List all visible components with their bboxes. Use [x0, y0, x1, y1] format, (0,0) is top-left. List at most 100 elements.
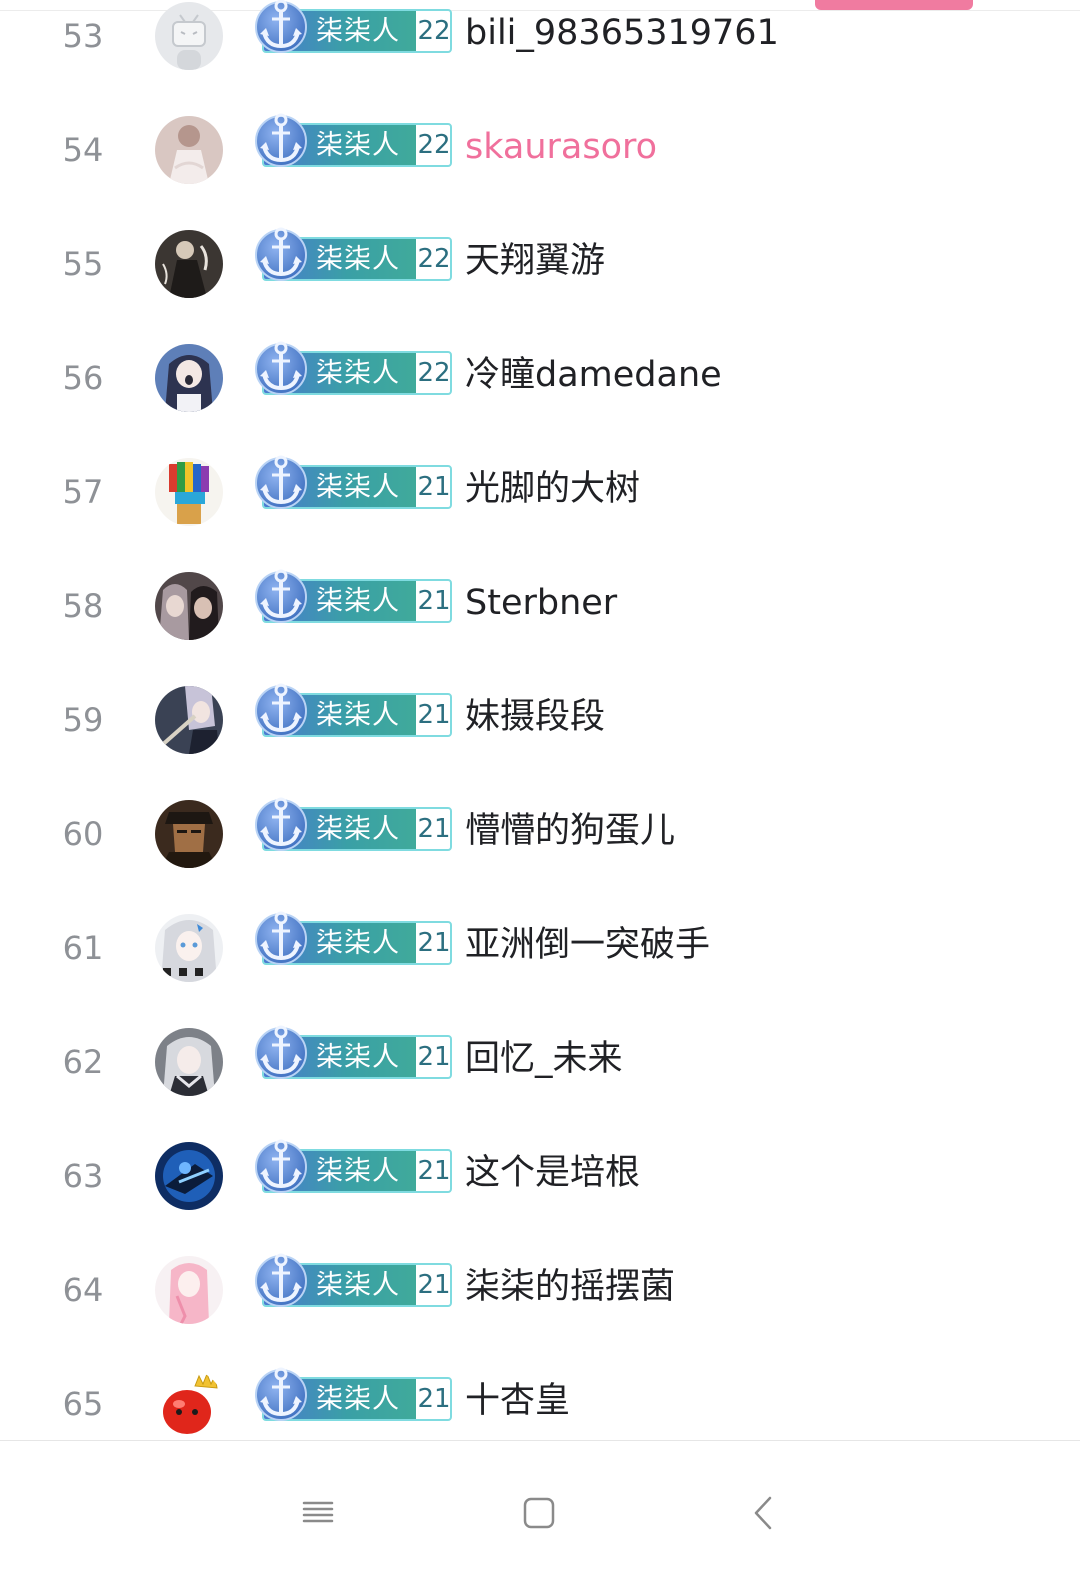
avatar[interactable]: [155, 1256, 223, 1324]
fan-medal-badge[interactable]: 柒柒人 21: [252, 790, 454, 854]
fan-medal-name: 柒柒人: [316, 16, 400, 47]
username[interactable]: 柒柒的摇摆菌: [465, 1264, 675, 1310]
list-item[interactable]: 65 柒柒人 21 十杏皇: [0, 1350, 1080, 1440]
list-item[interactable]: 62 柒柒人 21 回忆_未来: [0, 1008, 1080, 1122]
fan-medal-name: 柒柒人: [316, 1156, 400, 1187]
list-item[interactable]: 59 柒柒人 21 妹摄段段: [0, 666, 1080, 780]
rank-number: 56: [62, 359, 104, 397]
fan-medal-badge[interactable]: 柒柒人 21: [252, 1246, 454, 1310]
fan-medal-level: 21: [417, 1384, 451, 1414]
avatar[interactable]: [155, 572, 223, 640]
username[interactable]: 冷瞳damedane: [465, 352, 722, 398]
avatar[interactable]: [155, 230, 223, 298]
anchor-icon: [252, 0, 310, 56]
list-item[interactable]: 54 柒柒人 22 skaurasoro: [0, 96, 1080, 210]
anchor-icon: [252, 106, 310, 170]
list-item[interactable]: 60 柒柒人 21 懵懵的狗蛋儿: [0, 780, 1080, 894]
fan-medal-name: 柒柒人: [316, 928, 400, 959]
username[interactable]: 懵懵的狗蛋儿: [465, 808, 675, 854]
anchor-icon: [252, 676, 310, 740]
anchor-icon: [252, 334, 310, 398]
fan-medal-badge[interactable]: 柒柒人 21: [252, 562, 454, 626]
rank-number: 63: [62, 1157, 104, 1195]
rank-number: 65: [62, 1385, 104, 1423]
fan-rank-list[interactable]: 53 柒柒人 22 bili_98365319761 54 柒柒人 22 skaurasoro…: [0, 0, 1080, 1440]
fan-medal-name: 柒柒人: [316, 244, 400, 275]
fan-medal-name: 柒柒人: [316, 472, 400, 503]
fan-medal-badge[interactable]: 柒柒人 21: [252, 1132, 454, 1196]
avatar[interactable]: [155, 1142, 223, 1210]
fan-medal-badge[interactable]: 柒柒人 21: [252, 448, 454, 512]
username[interactable]: 十杏皇: [465, 1378, 570, 1424]
rank-number: 57: [62, 473, 104, 511]
avatar[interactable]: [155, 2, 223, 70]
username[interactable]: skaurasoro: [465, 124, 657, 170]
username[interactable]: bili_98365319761: [465, 10, 779, 56]
username[interactable]: 这个是培根: [465, 1150, 640, 1196]
fan-medal-level: 21: [417, 700, 451, 730]
anchor-icon: [252, 1360, 310, 1424]
back-chevron-icon[interactable]: [733, 1483, 793, 1543]
list-item[interactable]: 57 柒柒人 21 光脚的大树: [0, 438, 1080, 552]
fan-medal-level: 21: [417, 586, 451, 616]
rank-number: 53: [62, 17, 104, 55]
fan-medal-name: 柒柒人: [316, 700, 400, 731]
fan-medal-badge[interactable]: 柒柒人 22: [252, 334, 454, 398]
list-item[interactable]: 58 柒柒人 21 Sterbner: [0, 552, 1080, 666]
username[interactable]: 亚洲倒一突破手: [465, 922, 710, 968]
rank-number: 61: [62, 929, 104, 967]
fan-medal-level: 22: [417, 16, 451, 46]
list-item[interactable]: 53 柒柒人 22 bili_98365319761: [0, 0, 1080, 96]
rank-number: 54: [62, 131, 104, 169]
avatar[interactable]: [155, 1028, 223, 1096]
avatar[interactable]: [155, 116, 223, 184]
fan-medal-badge[interactable]: 柒柒人 22: [252, 106, 454, 170]
avatar[interactable]: [155, 800, 223, 868]
fan-medal-badge[interactable]: 柒柒人 22: [252, 0, 454, 56]
anchor-icon: [252, 1018, 310, 1082]
menu-icon[interactable]: [288, 1483, 348, 1543]
fan-medal-level: 21: [417, 928, 451, 958]
system-navigation-bar: [0, 1441, 1080, 1583]
avatar[interactable]: [155, 344, 223, 412]
fan-medal-level: 22: [417, 244, 451, 274]
avatar[interactable]: [155, 458, 223, 526]
avatar[interactable]: [155, 686, 223, 754]
fan-medal-level: 22: [417, 130, 451, 160]
list-item[interactable]: 63 柒柒人 21 这个是培根: [0, 1122, 1080, 1236]
fan-medal-name: 柒柒人: [316, 1042, 400, 1073]
username[interactable]: 回忆_未来: [465, 1036, 623, 1082]
home-square-icon[interactable]: [509, 1483, 569, 1543]
rank-number: 55: [62, 245, 104, 283]
avatar[interactable]: [155, 914, 223, 982]
fan-medal-badge[interactable]: 柒柒人 21: [252, 1018, 454, 1082]
fan-medal-name: 柒柒人: [316, 586, 400, 617]
fan-medal-level: 22: [417, 358, 451, 388]
anchor-icon: [252, 790, 310, 854]
username[interactable]: 妹摄段段: [465, 694, 605, 740]
fan-medal-level: 21: [417, 814, 451, 844]
fan-medal-badge[interactable]: 柒柒人 21: [252, 904, 454, 968]
fan-medal-level: 21: [417, 472, 451, 502]
fan-medal-badge[interactable]: 柒柒人 21: [252, 676, 454, 740]
list-item[interactable]: 61 柒柒人 21 亚洲倒一突破手: [0, 894, 1080, 1008]
username[interactable]: 光脚的大树: [465, 466, 640, 512]
anchor-icon: [252, 562, 310, 626]
fan-medal-name: 柒柒人: [316, 358, 400, 389]
anchor-icon: [252, 1132, 310, 1196]
fan-medal-badge[interactable]: 柒柒人 22: [252, 220, 454, 284]
avatar[interactable]: [155, 1370, 223, 1438]
list-item[interactable]: 64 柒柒人 21 柒柒的摇摆菌: [0, 1236, 1080, 1350]
anchor-icon: [252, 1246, 310, 1310]
list-item[interactable]: 56 柒柒人 22 冷瞳damedane: [0, 324, 1080, 438]
username[interactable]: 天翔翼游: [465, 238, 605, 284]
anchor-icon: [252, 220, 310, 284]
list-item[interactable]: 55 柒柒人 22 天翔翼游: [0, 210, 1080, 324]
fan-medal-badge[interactable]: 柒柒人 21: [252, 1360, 454, 1424]
rank-number: 60: [62, 815, 104, 853]
rank-number: 64: [62, 1271, 104, 1309]
username[interactable]: Sterbner: [465, 580, 617, 626]
rank-number: 58: [62, 587, 104, 625]
fan-medal-name: 柒柒人: [316, 1384, 400, 1415]
anchor-icon: [252, 448, 310, 512]
